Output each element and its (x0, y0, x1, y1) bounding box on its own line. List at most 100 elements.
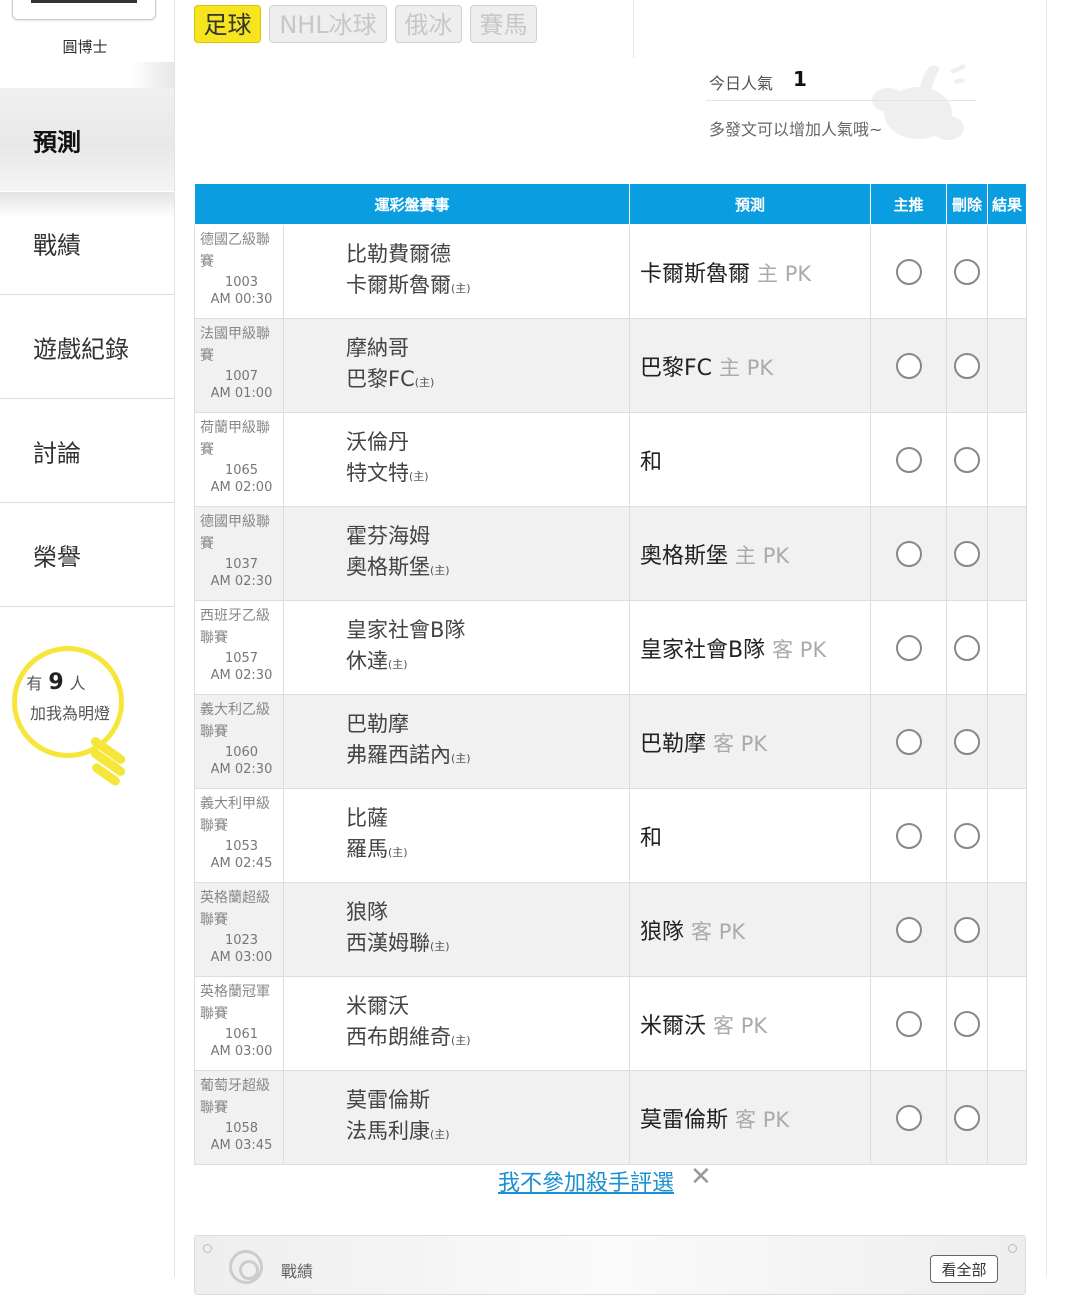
table-row: 德國乙級聯賽 1003 AM 00:30 比勒費爾德 卡爾斯魯爾(主) 卡爾斯魯… (194, 224, 1028, 319)
prediction-type: 主 PK (735, 543, 790, 568)
header-delete: 刪除 (946, 183, 989, 225)
delete-radio[interactable] (954, 822, 981, 849)
delete-radio[interactable] (954, 258, 981, 285)
delete-cell (946, 224, 989, 319)
record-panel: 戰績 看全部 (194, 1235, 1026, 1295)
match-code: 1023 (224, 933, 259, 948)
follower-caption: 加我為明燈 (29, 704, 110, 723)
delete-radio[interactable] (954, 540, 981, 567)
league-name: 荷蘭甲級聯賽 (200, 420, 270, 458)
avatar[interactable] (12, 0, 156, 20)
main-pick-radio[interactable] (895, 446, 922, 473)
match-time: AM 01:00 (210, 386, 273, 401)
main-pick-radio[interactable] (895, 822, 922, 849)
main-pick-cell (870, 412, 948, 507)
league-cell: 德國甲級聯賽 1037 AM 02:30 (194, 506, 284, 601)
match-code: 1060 (224, 745, 259, 760)
match-code: 1058 (224, 1121, 259, 1136)
main-pick-cell (870, 224, 948, 319)
home-team: 法馬利康 (346, 1119, 430, 1143)
sidebar: 圓博士 預測 戰績 遊戲紀錄 討論 榮譽 有9人 加我為明燈 (0, 0, 175, 1277)
league-cell: 義大利乙級聯賽 1060 AM 02:30 (194, 694, 284, 789)
main-pick-radio[interactable] (895, 352, 922, 379)
match-code: 1037 (224, 557, 259, 572)
tab-russian-hockey[interactable]: 俄冰 (395, 5, 462, 43)
header-main-pick: 主推 (870, 183, 948, 225)
home-team: 巴黎FC (346, 367, 415, 391)
match-time: AM 02:30 (210, 668, 273, 683)
delete-radio[interactable] (954, 728, 981, 755)
prediction-pick: 巴黎FC (640, 355, 713, 381)
tab-nhl-hockey[interactable]: NHL冰球 (269, 5, 387, 43)
delete-cell (946, 788, 989, 883)
delete-cell (946, 694, 989, 789)
see-all-button[interactable]: 看全部 (930, 1255, 998, 1283)
result-cell (987, 600, 1028, 695)
delete-radio[interactable] (954, 1104, 981, 1131)
prediction-pick: 莫雷倫斯 (640, 1107, 729, 1133)
popularity-divider (706, 100, 976, 101)
tab-football[interactable]: 足球 (194, 5, 261, 43)
teams-cell: 狼隊 西漢姆聯(主) (282, 882, 631, 977)
sidebar-item-discussion[interactable]: 討論 (0, 400, 174, 503)
delete-cell (946, 1070, 989, 1165)
prediction-cell: 狼隊 客 PK (629, 882, 872, 977)
prediction-cell: 和 (629, 788, 872, 883)
main-pick-cell (870, 1070, 948, 1165)
popularity-label: 今日人氣 (709, 74, 774, 93)
main-pick-cell (870, 788, 948, 883)
teams-cell: 比勒費爾德 卡爾斯魯爾(主) (282, 224, 631, 319)
away-team: 狼隊 (346, 900, 388, 924)
close-icon[interactable]: ✕ (690, 1162, 712, 1192)
sidebar-item-honor[interactable]: 榮譽 (0, 504, 174, 607)
home-mark: (主) (409, 470, 429, 483)
corner-dot (1008, 1244, 1017, 1253)
league-name: 西班牙乙級聯賽 (200, 608, 270, 646)
main-pick-radio[interactable] (895, 540, 922, 567)
result-cell (987, 224, 1028, 319)
match-time: AM 02:30 (210, 762, 273, 777)
away-team: 皇家社會B隊 (346, 618, 466, 642)
result-cell (987, 976, 1028, 1071)
table-row: 荷蘭甲級聯賽 1065 AM 02:00 沃倫丹 特文特(主) 和 (194, 412, 1028, 507)
sidebar-item-prediction[interactable]: 預測 (0, 88, 174, 191)
delete-radio[interactable] (954, 446, 981, 473)
away-team: 霍芬海姆 (346, 524, 430, 548)
home-mark: (主) (388, 846, 408, 859)
main-pick-radio[interactable] (895, 1104, 922, 1131)
table-row: 法國甲級聯賽 1007 AM 01:00 摩納哥 巴黎FC(主) 巴黎FC 主 … (194, 318, 1028, 413)
sidebar-item-label: 預測 (33, 128, 81, 156)
away-team: 比薩 (346, 806, 388, 830)
away-team: 莫雷倫斯 (346, 1088, 430, 1112)
content-edge (1046, 0, 1047, 1277)
delete-radio[interactable] (954, 916, 981, 943)
match-code: 1053 (224, 839, 259, 854)
prediction-pick: 米爾沃 (640, 1013, 707, 1039)
prediction-type: 客 PK (691, 919, 746, 944)
main-pick-radio[interactable] (895, 258, 922, 285)
home-team: 休達 (346, 649, 388, 673)
main-pick-radio[interactable] (895, 1010, 922, 1037)
header-result: 結果 (987, 183, 1028, 225)
prediction-pick: 巴勒摩 (640, 731, 707, 757)
prediction-type: 客 PK (713, 1013, 768, 1038)
main-pick-radio[interactable] (895, 634, 922, 661)
sidebar-item-label: 討論 (33, 439, 81, 468)
match-time: AM 02:00 (210, 480, 273, 495)
home-mark: (主) (430, 564, 450, 577)
delete-radio[interactable] (954, 1010, 981, 1037)
user-name: 圓博士 (62, 38, 108, 56)
follower-number: 9 (48, 670, 64, 695)
main-pick-radio[interactable] (895, 916, 922, 943)
opt-out-link[interactable]: 我不參加殺手評選 (498, 1165, 674, 1197)
sidebar-item-record[interactable]: 戰績 (0, 192, 174, 295)
delete-radio[interactable] (954, 352, 981, 379)
prediction-table: 運彩盤賽事 預測 主推 刪除 結果 德國乙級聯賽 1003 AM 00:30 比… (193, 183, 1028, 1165)
delete-radio[interactable] (954, 634, 981, 661)
match-time: AM 02:45 (210, 856, 273, 871)
sidebar-item-game-history[interactable]: 遊戲紀錄 (0, 296, 174, 399)
table-row: 義大利乙級聯賽 1060 AM 02:30 巴勒摩 弗羅西諾內(主) 巴勒摩 客… (194, 694, 1028, 789)
main-pick-radio[interactable] (895, 728, 922, 755)
tab-horse-racing[interactable]: 賽馬 (470, 5, 537, 43)
away-team: 沃倫丹 (346, 430, 409, 454)
